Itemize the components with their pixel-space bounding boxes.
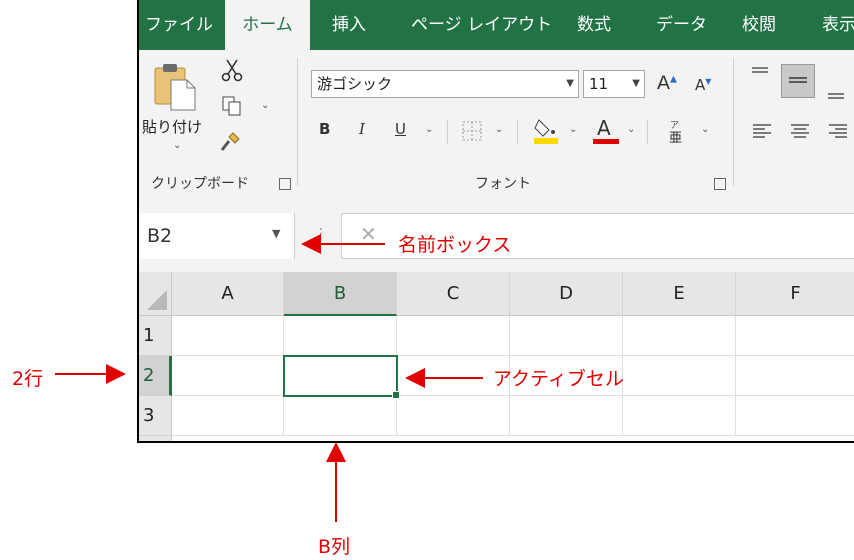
annotation-arrows: [55, 234, 483, 522]
active-cell-annotation: アクティブセル: [493, 368, 624, 390]
name-box-annotation: 名前ボックス: [398, 234, 512, 256]
column-annotation: B列: [318, 536, 351, 558]
row-annotation: 2行: [12, 368, 44, 390]
